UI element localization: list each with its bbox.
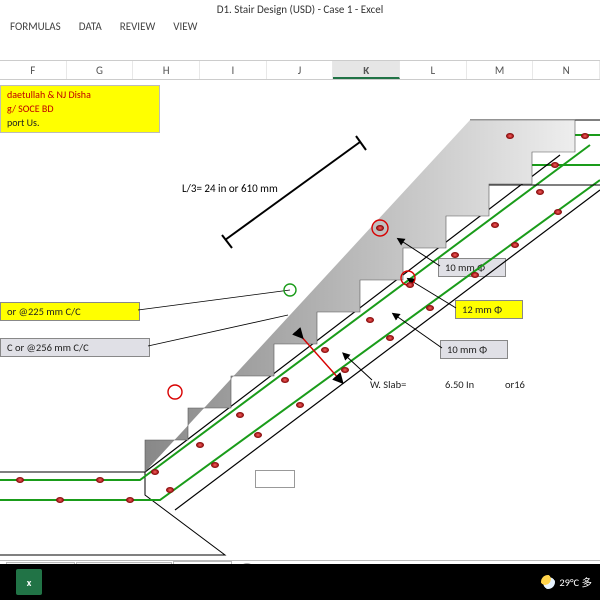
stair-drawing [0,80,600,560]
column-headers: F G H I J K L M N [0,60,600,80]
col-header-h[interactable]: H [133,61,200,79]
ribbon-tab-review[interactable]: REVIEW [120,20,156,40]
col-header-j[interactable]: J [267,61,334,79]
taskbar-excel-icon[interactable]: x [16,569,42,595]
col-header-f[interactable]: F [0,61,67,79]
col-header-n[interactable]: N [533,61,600,79]
col-header-g[interactable]: G [67,61,134,79]
col-header-l[interactable]: L [400,61,467,79]
ribbon-tab-view[interactable]: VIEW [173,20,197,40]
col-header-m[interactable]: M [467,61,534,79]
weather-temp: 29°C 多 [559,575,592,590]
weather-icon [541,575,555,589]
ribbon-tab-data[interactable]: DATA [79,20,102,40]
sheet-area[interactable]: daetullah & NJ Disha g/ SOCE BD port Us.… [0,80,600,560]
col-header-i[interactable]: I [200,61,267,79]
ribbon-tabs: FORMULAS DATA REVIEW VIEW [0,20,600,40]
ribbon-tab-formulas[interactable]: FORMULAS [10,20,61,40]
taskbar: x 29°C 多 [0,564,600,600]
window-title: D1. Stair Design (USD) - Case 1 - Excel [0,0,600,20]
col-header-k[interactable]: K [333,61,400,79]
taskbar-weather[interactable]: 29°C 多 [541,575,592,590]
